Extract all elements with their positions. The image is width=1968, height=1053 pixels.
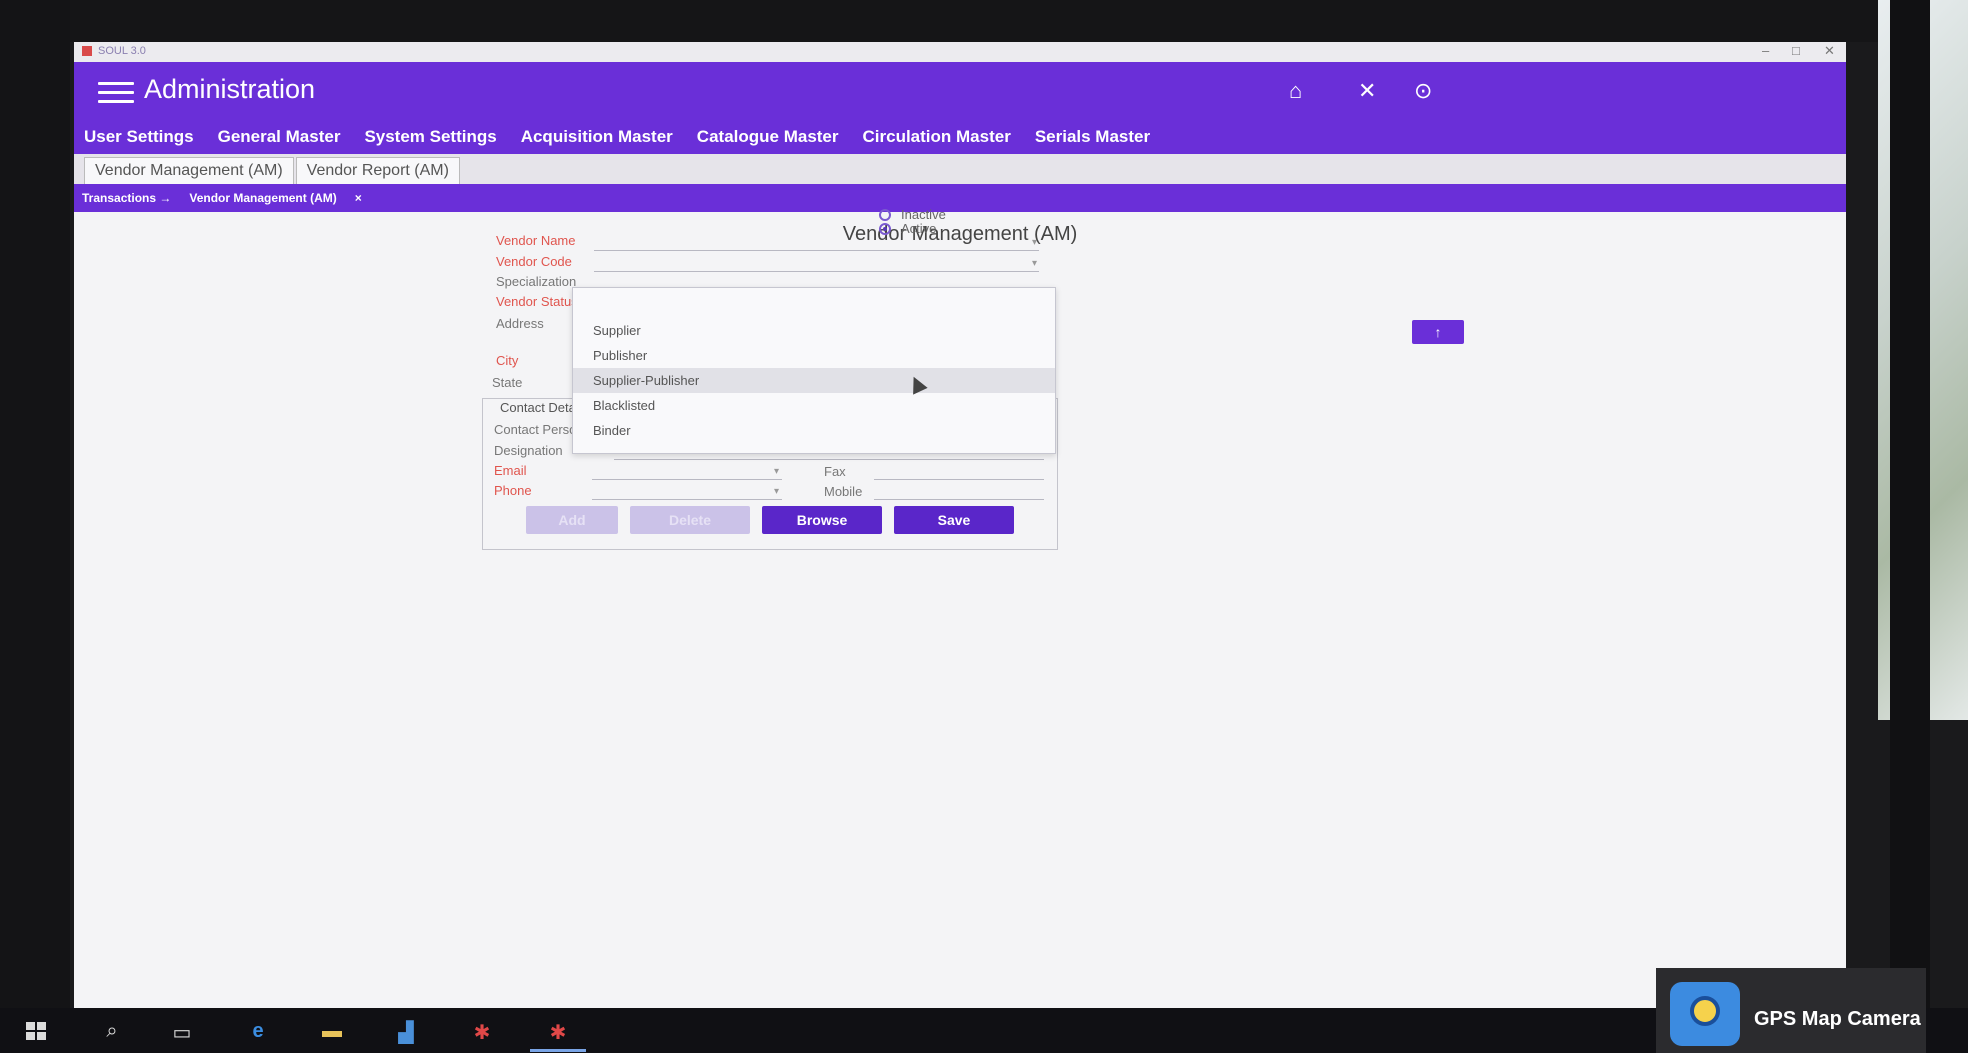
page-title: Administration <box>144 74 316 104</box>
hamburger-menu-icon[interactable] <box>98 82 134 103</box>
vendor-status-dropdown[interactable]: Supplier Publisher Supplier-Publisher Bl… <box>572 287 1056 454</box>
app-name: SOUL 3.0 <box>98 45 146 57</box>
window-titlebar: SOUL 3.0 – □ ✕ <box>74 42 1846 62</box>
label-email: Email <box>494 463 527 478</box>
menu-circulation-master[interactable]: Circulation Master <box>863 127 1011 147</box>
main-menu: User Settings General Master System Sett… <box>74 120 1846 154</box>
radio-active-label: Active <box>901 221 937 236</box>
radio-inactive[interactable]: Inactive <box>879 207 946 222</box>
tab-vendor-management[interactable]: Vendor Management (AM) <box>84 157 294 184</box>
menu-acquisition-master[interactable]: Acquisition Master <box>521 127 673 147</box>
browse-button[interactable]: Browse <box>762 506 882 534</box>
task-view-icon[interactable]: ▭ <box>162 1020 202 1044</box>
label-state: State <box>492 375 523 390</box>
tab-vendor-report[interactable]: Vendor Report (AM) <box>295 157 460 184</box>
monitor-bezel-left <box>0 0 70 1053</box>
breadcrumb-root[interactable]: Transactions → <box>82 191 171 205</box>
save-button[interactable]: Save <box>894 506 1014 534</box>
dropdown-option-binder[interactable]: Binder <box>573 418 1055 443</box>
label-vendor-name: Vendor Name <box>496 233 576 248</box>
delete-button[interactable]: Delete <box>630 506 750 534</box>
label-contact-person: Contact Person <box>494 422 584 437</box>
radio-active[interactable]: Active <box>879 221 936 236</box>
watermark-text: GPS Map Camera <box>1754 1008 1921 1030</box>
app-header: Administration ⌂ ✕ ⊙ <box>74 62 1846 120</box>
maximize-button[interactable]: □ <box>1792 43 1800 58</box>
windows-start-icon[interactable] <box>26 1022 48 1042</box>
menu-user-settings[interactable]: User Settings <box>84 127 194 147</box>
active-app-indicator <box>530 1049 586 1052</box>
mobile-input[interactable] <box>874 499 1044 500</box>
dropdown-option-supplier-publisher[interactable]: Supplier-Publisher <box>573 368 1055 393</box>
chevron-down-icon[interactable]: ▾ <box>774 486 779 497</box>
chevron-down-icon[interactable]: ▾ <box>1032 237 1037 248</box>
radio-inactive-label: Inactive <box>901 207 946 222</box>
breadcrumb-current: Vendor Management (AM) <box>189 191 337 205</box>
radio-checked-icon[interactable] <box>879 222 891 235</box>
gps-camera-logo-icon <box>1670 982 1740 1046</box>
label-specialization: Specialization <box>496 274 577 289</box>
help-icon[interactable]: ⊙ <box>1414 78 1432 104</box>
menu-serials-master[interactable]: Serials Master <box>1035 127 1150 147</box>
label-mobile: Mobile <box>824 484 863 499</box>
soul-app-icon[interactable]: ✱ <box>462 1020 502 1044</box>
chevron-down-icon[interactable]: ▾ <box>774 466 779 477</box>
app-shortcut-icon[interactable]: ▟ <box>386 1020 426 1044</box>
window-close-button[interactable]: ✕ <box>1824 43 1835 59</box>
phone-input[interactable] <box>592 499 782 500</box>
monitor-bezel-top <box>0 0 1968 42</box>
label-designation: Designation <box>494 443 563 458</box>
designation-input[interactable] <box>614 459 1044 460</box>
breadcrumb: Transactions → Vendor Management (AM) × <box>74 184 1846 212</box>
dropdown-option-blacklisted[interactable]: Blacklisted <box>573 393 1055 418</box>
internet-explorer-icon[interactable]: e <box>238 1020 278 1044</box>
dropdown-option-supplier[interactable]: Supplier <box>573 318 1055 343</box>
form-title: Vendor Management (AM) <box>842 223 1078 245</box>
monitor-bezel-right <box>1890 0 1930 1053</box>
label-address: Address <box>496 316 544 331</box>
soul-app-active-icon[interactable]: ✱ <box>538 1020 578 1044</box>
arrow-up-button[interactable]: ↑ <box>1412 320 1464 344</box>
close-icon[interactable]: ✕ <box>1358 78 1376 104</box>
radio-circle-icon[interactable] <box>879 208 891 221</box>
add-button[interactable]: Add <box>526 506 618 534</box>
email-input[interactable] <box>592 479 782 480</box>
file-explorer-icon[interactable]: ▬ <box>312 1020 352 1044</box>
vendor-code-input[interactable] <box>594 271 1039 272</box>
label-fax: Fax <box>824 464 846 479</box>
application-window: SOUL 3.0 – □ ✕ Administration ⌂ ✕ ⊙ User… <box>74 42 1846 1008</box>
tab-strip: Vendor Management (AM) Vendor Report (AM… <box>74 154 1846 184</box>
chevron-down-icon[interactable]: ▾ <box>1032 258 1037 269</box>
label-vendor-code: Vendor Code <box>496 254 572 269</box>
menu-general-master[interactable]: General Master <box>218 127 341 147</box>
label-city: City <box>496 353 519 368</box>
search-icon[interactable]: ⌕ <box>92 1020 132 1044</box>
home-icon[interactable]: ⌂ <box>1289 78 1302 104</box>
label-phone: Phone <box>494 483 532 498</box>
fax-input[interactable] <box>874 479 1044 480</box>
gps-camera-watermark: GPS Map Camera <box>1656 968 1926 1053</box>
menu-catalogue-master[interactable]: Catalogue Master <box>697 127 839 147</box>
breadcrumb-close-icon[interactable]: × <box>355 191 362 205</box>
app-logo-icon <box>82 46 92 56</box>
label-vendor-status: Vendor Status <box>496 294 578 309</box>
vendor-name-input[interactable] <box>594 250 1039 251</box>
menu-system-settings[interactable]: System Settings <box>364 127 496 147</box>
dropdown-option-publisher[interactable]: Publisher <box>573 343 1055 368</box>
minimize-button[interactable]: – <box>1762 43 1769 58</box>
